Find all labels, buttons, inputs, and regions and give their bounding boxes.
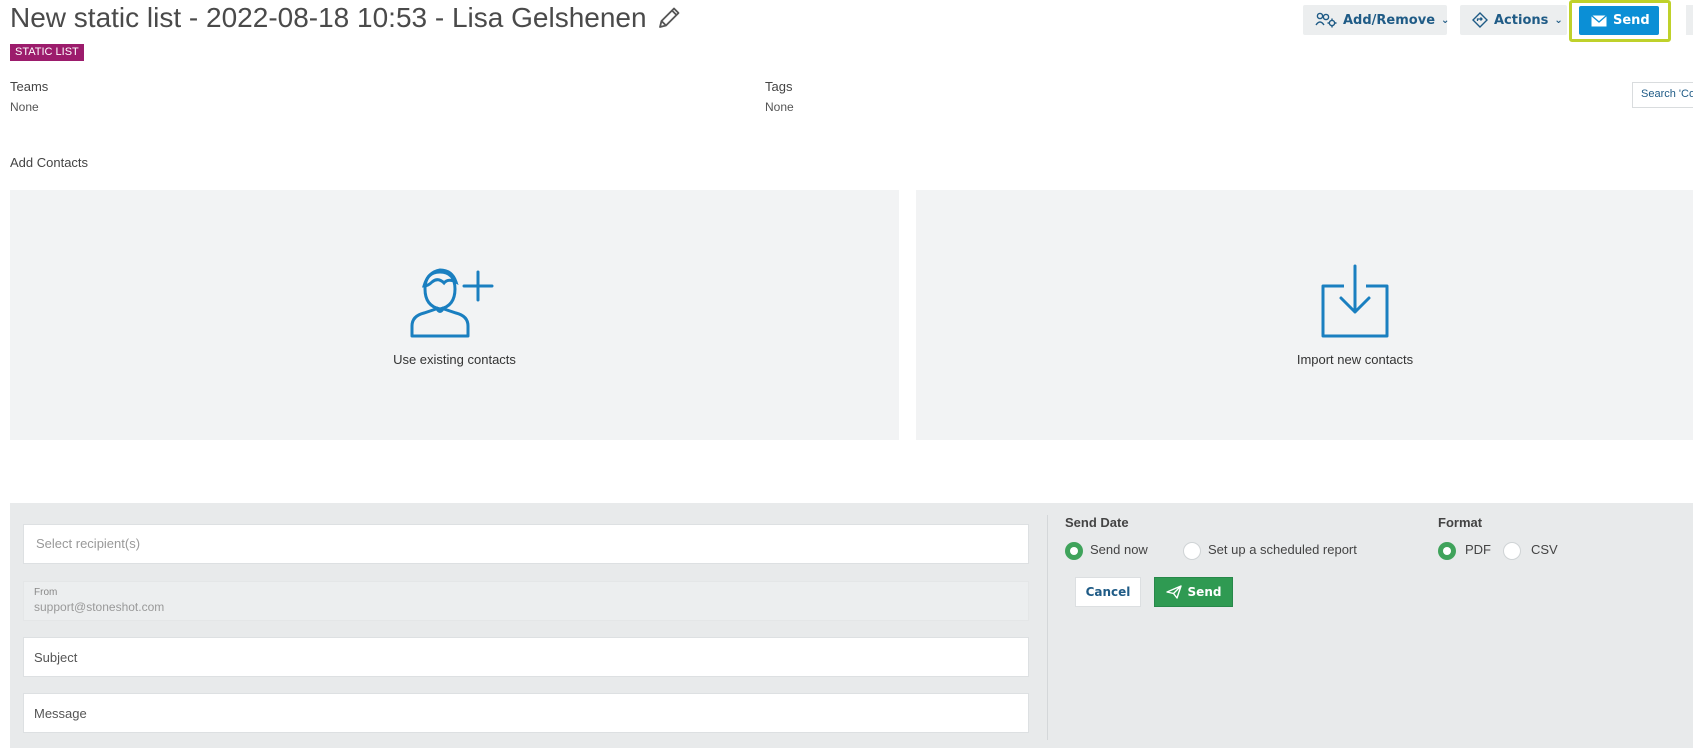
subject-placeholder: Subject: [34, 650, 78, 665]
send-report-label: Send: [1187, 585, 1222, 599]
from-value: support@stoneshot.com: [34, 600, 165, 614]
send-now-radio[interactable]: [1065, 542, 1083, 560]
edit-pencil-icon[interactable]: [655, 4, 683, 32]
chevron-down-icon: ⌄: [1554, 14, 1563, 26]
teams-label: Teams: [10, 79, 49, 94]
contacts-search-input[interactable]: Search 'Co: [1632, 82, 1693, 108]
tags-value: None: [765, 100, 794, 114]
csv-label: CSV: [1531, 542, 1558, 557]
static-list-badge: STATIC LIST: [10, 44, 84, 61]
send-button[interactable]: Send: [1579, 6, 1659, 35]
scheduled-report-radio[interactable]: [1183, 542, 1201, 560]
paper-plane-icon: [1165, 585, 1182, 599]
panel-divider: [1047, 515, 1048, 740]
tags-label: Tags: [765, 79, 793, 94]
envelope-icon: [1591, 14, 1607, 27]
send-report-button[interactable]: Send: [1154, 577, 1233, 607]
teams-value: None: [10, 100, 39, 114]
send-date-label: Send Date: [1065, 515, 1129, 530]
recipient-placeholder: Select recipient(s): [36, 536, 141, 551]
message-placeholder: Message: [34, 706, 87, 721]
users-gear-icon: [1315, 12, 1337, 28]
send-now-label: Send now: [1090, 542, 1148, 557]
add-remove-button[interactable]: Add/Remove ⌄: [1303, 5, 1450, 35]
page-title: New static list - 2022-08-18 10:53 - Lis…: [10, 2, 683, 34]
message-input[interactable]: Message: [23, 693, 1029, 733]
recipient-select[interactable]: Select recipient(s): [23, 524, 1029, 564]
chevron-down-icon: ⌄: [1441, 14, 1450, 26]
import-new-contacts-card[interactable]: Import new contacts: [916, 190, 1693, 440]
scheduled-report-label: Set up a scheduled report: [1208, 542, 1357, 557]
page-title-text: New static list - 2022-08-18 10:53 - Lis…: [10, 2, 647, 33]
actions-button[interactable]: Actions ⌄: [1460, 5, 1567, 35]
format-label: Format: [1438, 515, 1483, 530]
import-new-contacts-label: Import new contacts: [1296, 351, 1414, 367]
actions-label: Actions: [1494, 12, 1549, 28]
send-report-panel: Select recipient(s) From support@stonesh…: [10, 503, 1693, 748]
pdf-label: PDF: [1465, 542, 1491, 557]
add-contacts-label: Add Contacts: [10, 155, 89, 170]
from-field: From support@stoneshot.com: [23, 581, 1029, 621]
download-tray-icon: [1320, 264, 1390, 338]
overflow-button[interactable]: [1686, 5, 1693, 35]
subject-input[interactable]: Subject: [23, 637, 1029, 677]
cancel-button[interactable]: Cancel: [1075, 577, 1141, 607]
add-remove-label: Add/Remove: [1343, 12, 1436, 28]
add-user-icon: [410, 264, 500, 338]
pdf-radio[interactable]: [1438, 542, 1456, 560]
csv-radio[interactable]: [1503, 542, 1521, 560]
use-existing-contacts-label: Use existing contacts: [393, 351, 516, 367]
from-label: From: [34, 587, 58, 598]
use-existing-contacts-card[interactable]: Use existing contacts: [10, 190, 899, 440]
diamond-arrow-icon: [1472, 12, 1488, 28]
send-label: Send: [1613, 13, 1650, 28]
